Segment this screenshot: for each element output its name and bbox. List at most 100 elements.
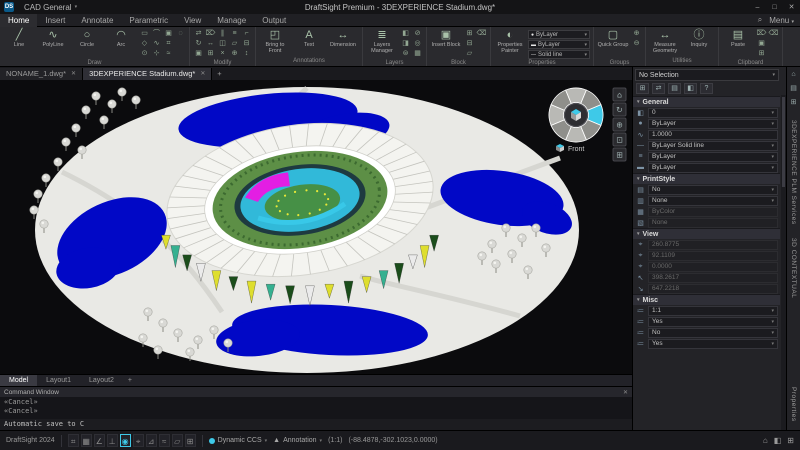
property-value[interactable]: No▾	[648, 185, 778, 195]
section-header-general[interactable]: ▾General	[633, 96, 780, 107]
ribbon-button-circle[interactable]: ○Circle	[71, 28, 103, 48]
close-icon[interactable]: ✕	[200, 68, 205, 80]
section-header-misc[interactable]: ▾Misc	[633, 294, 780, 305]
layout-tab-model[interactable]: Model	[0, 375, 37, 387]
close-icon[interactable]: ✕	[71, 68, 76, 80]
ribbon-combo-bylayer[interactable]: ▬ByLayer▾	[528, 40, 590, 49]
ribbon-button-properties-painter[interactable]: ◐Properties Painter	[494, 28, 526, 54]
status-toggle-icon[interactable]: ⌖	[133, 434, 144, 447]
ribbon-tool-icon[interactable]: ⊜	[400, 49, 411, 59]
command-input-line[interactable]: Automatic save to C	[0, 419, 632, 430]
menu-button[interactable]: Menu ▾	[769, 16, 794, 25]
ribbon-button-bring-to-front[interactable]: ◰Bring to Front	[259, 28, 291, 54]
ribbon-tool-icon[interactable]: ▣	[756, 39, 767, 49]
ribbon-tool-icon[interactable]: ▣	[193, 49, 204, 59]
property-value[interactable]: ByLayer Solid line▾	[648, 141, 778, 151]
ribbon-tool-icon[interactable]: ↻	[193, 39, 204, 49]
search-icon[interactable]: ⌕	[758, 15, 762, 25]
viewport-canvas[interactable]: Front⌂↻⊕⊡⊞	[0, 80, 632, 374]
ribbon-tool-icon[interactable]: ⇄	[193, 29, 204, 39]
status-icon[interactable]: ⊞	[787, 436, 794, 445]
menu-tab-insert[interactable]: Insert	[37, 14, 73, 27]
ribbon-tool-icon[interactable]: ≈	[163, 49, 174, 59]
ribbon-button-text[interactable]: AText	[293, 28, 325, 48]
ribbon-tool-icon[interactable]: ⊞	[205, 49, 216, 59]
view-tool-button[interactable]: ⌂	[613, 88, 626, 101]
ribbon-tool-icon[interactable]: ⊟	[241, 39, 252, 49]
ribbon-button-arc[interactable]: ◠Arc	[105, 28, 137, 48]
status-toggle-icon[interactable]: ◉	[120, 434, 131, 447]
ribbon-tool-icon[interactable]: ◨	[400, 39, 411, 49]
ribbon-tool-icon[interactable]: ⌫	[768, 29, 779, 39]
selection-dropdown[interactable]: No Selection ▾	[635, 69, 779, 81]
ribbon-tool-icon[interactable]: ⌒	[151, 29, 162, 39]
menu-tab-output[interactable]: Output	[254, 14, 294, 27]
ribbon-tool-icon[interactable]: ↔	[205, 39, 216, 49]
menu-tab-view[interactable]: View	[176, 14, 209, 27]
ribbon-tool-icon[interactable]: ▣	[163, 29, 174, 39]
panel-tool-icon[interactable]: ◧	[684, 83, 697, 94]
annotation-scale-control[interactable]: ▲ Annotation ▾	[273, 437, 322, 444]
status-toggle-icon[interactable]: ▱	[172, 434, 183, 447]
property-value[interactable]: Yes▾	[648, 317, 778, 327]
ribbon-tool-icon[interactable]: ∿	[151, 39, 162, 49]
section-header-view[interactable]: ▾View	[633, 228, 780, 239]
menu-tab-home[interactable]: Home	[0, 14, 37, 27]
ribbon-tool-icon[interactable]: ×	[217, 49, 228, 59]
ribbon-tool-icon[interactable]: ≡	[229, 29, 240, 39]
ribbon-tool-icon[interactable]: ⊹	[151, 49, 162, 59]
panel-scrollbar[interactable]	[781, 95, 786, 430]
status-toggle-icon[interactable]: ≈	[159, 434, 170, 447]
scrollbar-thumb[interactable]	[782, 97, 785, 187]
ribbon-button-inquiry[interactable]: ⓘInquiry	[683, 28, 715, 48]
new-layout-button[interactable]: +	[123, 377, 137, 384]
strip-icon[interactable]: ▤	[790, 84, 797, 93]
panel-tool-icon[interactable]: ?	[700, 83, 713, 94]
strip-tab-3d-contextual[interactable]: 3D CONTEXTUAL	[790, 238, 797, 298]
close-button[interactable]: ✕	[783, 0, 800, 14]
property-value[interactable]: ByLayer▾	[648, 163, 778, 173]
ribbon-tool-icon[interactable]: ⌦	[205, 29, 216, 39]
property-value[interactable]: None▾	[648, 196, 778, 206]
ribbon-button-line[interactable]: ╱Line	[3, 28, 35, 48]
layout-tab-layout2[interactable]: Layout2	[80, 375, 123, 387]
ribbon-tool-icon[interactable]: ⊟	[464, 39, 475, 49]
ribbon-tool-icon[interactable]: ⊘	[412, 29, 423, 39]
strip-icon[interactable]: ⌂	[791, 70, 795, 79]
ribbon-tool-icon[interactable]: ▱	[229, 39, 240, 49]
ribbon-tool-icon[interactable]: ⊕	[631, 29, 642, 39]
property-value[interactable]: 1.0000	[648, 130, 778, 140]
navigation-wheel[interactable]	[549, 88, 603, 142]
ribbon-tool-icon[interactable]: ⌐	[241, 29, 252, 39]
ribbon-button-polyline[interactable]: ∿PolyLine	[37, 28, 69, 48]
status-toggle-icon[interactable]: ⌗	[68, 434, 79, 447]
ribbon-tool-icon[interactable]: ⊖	[631, 39, 642, 49]
ribbon-tool-icon[interactable]: ▱	[464, 49, 475, 59]
ribbon-tool-icon[interactable]: ↕	[241, 49, 252, 59]
status-toggle-icon[interactable]: ⊥	[107, 434, 118, 447]
new-doc-button[interactable]: +	[212, 68, 226, 80]
ribbon-button-quick-group[interactable]: ▢Quick Group	[597, 28, 629, 48]
ribbon-tool-icon[interactable]: ▭	[139, 29, 150, 39]
status-icon[interactable]: ◧	[774, 436, 782, 445]
minimize-button[interactable]: –	[749, 0, 766, 14]
layout-tab-layout1[interactable]: Layout1	[37, 375, 80, 387]
status-toggle-icon[interactable]: ▦	[81, 434, 92, 447]
ribbon-button-paste[interactable]: ▤Paste	[722, 28, 754, 48]
ribbon-tool-icon[interactable]: ◎	[412, 39, 423, 49]
dynamic-ccs-toggle[interactable]: Dynamic CCS ▾	[209, 437, 267, 444]
ribbon-tool-icon[interactable]: ◫	[217, 39, 228, 49]
menu-tab-parametric[interactable]: Parametric	[121, 14, 176, 27]
property-value[interactable]: ByLayer▾	[648, 119, 778, 129]
panel-tool-icon[interactable]: ⇄	[652, 83, 665, 94]
strip-tab-3dexperience-plm-services[interactable]: 3DEXPERIENCE PLM Services	[790, 120, 797, 225]
ribbon-tool-icon[interactable]: ◇	[139, 39, 150, 49]
section-header-printstyle[interactable]: ▾PrintStyle	[633, 173, 780, 184]
maximize-button[interactable]: □	[766, 0, 783, 14]
doc-tab-noname-1-dwg[interactable]: NONAME_1.dwg*✕	[0, 68, 83, 80]
ribbon-tool-icon[interactable]: ⊞	[756, 49, 767, 59]
panel-tool-icon[interactable]: ▤	[668, 83, 681, 94]
ribbon-tool-icon[interactable]: ∥	[217, 29, 228, 39]
status-toggle-icon[interactable]: ∠	[94, 434, 105, 447]
workspace-selector[interactable]: CAD General ▾	[18, 0, 83, 14]
